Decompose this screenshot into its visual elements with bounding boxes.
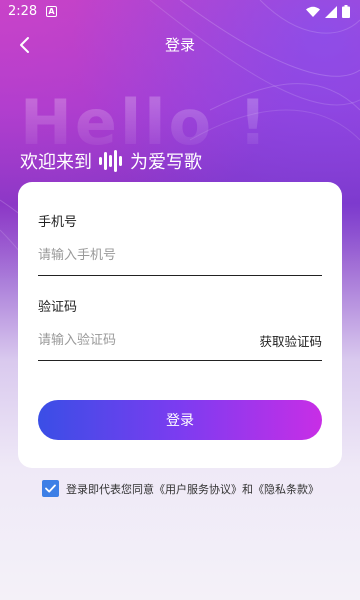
agreement-conjunction: 和 (242, 482, 253, 496)
status-icons (306, 5, 350, 18)
welcome-prefix: 欢迎来到 (20, 152, 92, 173)
page-title: 登录 (164, 36, 195, 54)
status-time: 2:28 (8, 4, 38, 19)
login-button[interactable]: 登录 (38, 400, 322, 440)
status-bar: 2:28 A (0, 0, 360, 24)
privacy-policy-link[interactable]: 《隐私条款》 (253, 483, 319, 496)
agreement-row: 登录即代表您同意《用户服务协议》和《隐私条款》 (42, 480, 319, 497)
welcome-heading: 欢迎来到 为爱写歌 (20, 148, 202, 174)
agreement-prefix: 登录即代表您同意 (66, 482, 154, 496)
login-card: 手机号 验证码 获取验证码 登录 (18, 182, 342, 468)
battery-icon (342, 5, 350, 18)
get-code-button[interactable]: 获取验证码 (259, 331, 322, 350)
checkmark-icon (45, 484, 56, 493)
signal-icon (325, 5, 337, 18)
code-input[interactable] (38, 325, 238, 355)
phone-label: 手机号 (38, 215, 78, 230)
user-agreement-link[interactable]: 《用户服务协议》 (154, 483, 242, 496)
code-label: 验证码 (38, 300, 78, 315)
soundwave-logo-icon (99, 150, 122, 172)
wifi-icon (306, 6, 320, 17)
phone-underline (38, 275, 322, 276)
agreement-checkbox[interactable] (42, 480, 59, 497)
notification-icon: A (46, 6, 57, 17)
welcome-suffix: 为爱写歌 (130, 152, 202, 173)
phone-input[interactable] (38, 240, 322, 270)
agreement-text: 登录即代表您同意《用户服务协议》和《隐私条款》 (66, 481, 319, 497)
header: 登录 (0, 28, 360, 62)
code-underline (38, 360, 322, 361)
